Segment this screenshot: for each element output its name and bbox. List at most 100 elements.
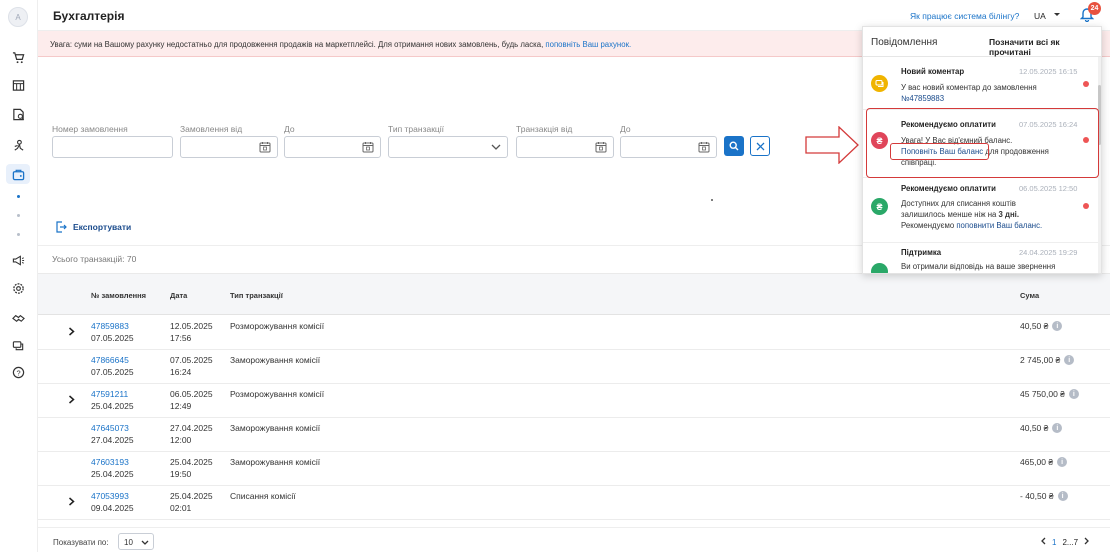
transaction-type-select[interactable]: [388, 136, 508, 158]
chevron-down-icon: [141, 539, 149, 548]
order-to-date-input[interactable]: [284, 136, 381, 158]
table-header: № замовлення Дата Тип транзакції Сума: [38, 273, 1110, 315]
table-row: 47053993 09.04.2025 25.04.2025 02:01 Списанн…: [38, 486, 1110, 520]
sum-value: 45 750,00 ₴: [1020, 389, 1065, 399]
notification-body-bold: 3 дні.: [998, 210, 1020, 219]
transaction-from-date-input[interactable]: [516, 136, 614, 158]
settings-icon[interactable]: [10, 280, 26, 296]
page-rest[interactable]: 2...7: [1062, 538, 1078, 547]
submenu-dot-active[interactable]: [17, 195, 20, 198]
notification-title: Рекомендуємо оплатити: [901, 184, 996, 193]
notification-body-rest: Рекомендуємо: [901, 221, 957, 230]
top-up-account-link[interactable]: поповніть Ваш рахунок.: [545, 40, 631, 49]
calendar-icon[interactable]: [362, 141, 374, 155]
language-selector[interactable]: UA: [1034, 11, 1046, 21]
filter-label-transaction-to: До: [620, 124, 631, 134]
order-number-link[interactable]: 47645073: [91, 423, 129, 433]
accounting-icon[interactable]: [6, 164, 30, 184]
expand-row-icon[interactable]: [68, 327, 75, 338]
order-from-date-input[interactable]: [180, 136, 278, 158]
clear-filters-button[interactable]: [750, 136, 770, 156]
avatar[interactable]: A: [8, 7, 28, 27]
filter-label-transaction-type: Тип транзакції: [388, 124, 445, 134]
pagination: 1 2...7: [1040, 537, 1090, 547]
prev-page-icon[interactable]: [1040, 537, 1046, 547]
transaction-time: 16:24: [170, 367, 192, 377]
info-icon[interactable]: i: [1052, 423, 1063, 433]
export-button[interactable]: Експортувати: [55, 221, 131, 233]
order-date: 25.04.2025: [91, 469, 134, 479]
transaction-sum: 2 745,00 ₴ i: [1020, 355, 1075, 365]
order-number-input[interactable]: [52, 136, 173, 158]
calendar-icon[interactable]: [595, 141, 607, 155]
search-button[interactable]: [724, 136, 744, 156]
order-number-link[interactable]: 47053993: [91, 491, 129, 501]
submenu-dot[interactable]: [17, 214, 20, 217]
notification-item[interactable]: ₴ Рекомендуємо оплатити 06.05.2025 12:50…: [863, 178, 1099, 242]
table-row: 47603193 25.04.2025 25.04.2025 19:50 Заморож…: [38, 452, 1110, 486]
col-transaction-type[interactable]: Тип транзакції: [230, 291, 283, 300]
expand-row-icon[interactable]: [68, 395, 75, 406]
search-icon: [729, 141, 739, 151]
order-number-link[interactable]: 47859883: [91, 321, 129, 331]
notification-item[interactable]: Новий коментар 12.05.2025 16:15 У вас но…: [863, 57, 1099, 109]
transaction-time: 12:00: [170, 435, 192, 445]
top-up-balance-link[interactable]: поповнити Ваш баланс.: [956, 221, 1042, 230]
filter-label-order-to: До: [284, 124, 295, 134]
info-icon[interactable]: i: [1052, 321, 1063, 331]
transaction-type: Розморожування комісії: [230, 321, 325, 331]
total-transactions: Усього транзакцій: 70: [52, 254, 137, 264]
annotation-highlight-link: [890, 143, 989, 160]
transaction-time: 19:50: [170, 469, 192, 479]
notification-text: Доступних для списання коштів залишилось…: [901, 198, 1051, 231]
filter-label-transaction-from: Транзакція від: [516, 124, 573, 134]
messages-icon[interactable]: [10, 337, 26, 353]
transaction-sum: 40,50 ₴ i: [1020, 423, 1063, 433]
info-icon[interactable]: i: [1068, 389, 1079, 399]
col-order-number[interactable]: № замовлення: [91, 291, 146, 300]
users-icon[interactable]: [10, 137, 26, 153]
submenu-dot[interactable]: [17, 233, 20, 236]
info-icon[interactable]: i: [1064, 355, 1075, 365]
calendar-icon[interactable]: [259, 141, 271, 155]
handshake-icon[interactable]: [10, 309, 26, 325]
transaction-type: Списання комісії: [230, 491, 296, 501]
order-link[interactable]: №47859883: [901, 94, 944, 103]
info-icon[interactable]: i: [1057, 491, 1068, 501]
expand-row-icon[interactable]: [68, 497, 75, 508]
order-number-link[interactable]: 47603193: [91, 457, 129, 467]
unread-dot: [1083, 203, 1089, 209]
notification-title: Новий коментар: [901, 67, 965, 76]
help-icon[interactable]: ?: [10, 364, 26, 380]
catalog-icon[interactable]: [10, 77, 26, 93]
chevron-down-icon[interactable]: [491, 143, 501, 153]
sum-value: 465,00 ₴: [1020, 457, 1054, 467]
filter-label-order-number: Номер замовлення: [52, 124, 128, 134]
sidebar: A ?: [0, 0, 38, 552]
page-current[interactable]: 1: [1052, 538, 1056, 547]
per-page-select[interactable]: 10: [118, 533, 154, 550]
order-date: 07.05.2025: [91, 367, 134, 377]
order-number-link[interactable]: 47866645: [91, 355, 129, 365]
info-icon[interactable]: i: [1057, 457, 1068, 467]
order-date: 27.04.2025: [91, 435, 134, 445]
transaction-to-date-input[interactable]: [620, 136, 717, 158]
transaction-date: 07.05.2025: [170, 355, 213, 365]
notification-item[interactable]: Підтримка 24.04.2025 19:29 Ви отримали в…: [863, 243, 1099, 273]
cart-icon[interactable]: [10, 49, 26, 65]
next-page-icon[interactable]: [1084, 537, 1090, 547]
billing-help-link[interactable]: Як працює система білінгу?: [910, 11, 1019, 21]
col-date[interactable]: Дата: [170, 291, 187, 300]
orders-icon[interactable]: [10, 106, 26, 122]
chevron-down-icon[interactable]: [1053, 10, 1061, 20]
notification-text: У вас новий коментар до замовлення №4785…: [901, 82, 1069, 104]
col-sum[interactable]: Сума: [1020, 291, 1039, 300]
notification-count-badge: 24: [1088, 2, 1101, 15]
order-number-link[interactable]: 47591211: [91, 389, 128, 399]
calendar-icon[interactable]: [698, 141, 710, 155]
megaphone-icon[interactable]: [10, 252, 26, 268]
transaction-time: 17:56: [170, 333, 192, 343]
mark-all-read-button[interactable]: Позначити всі як прочитані: [989, 37, 1101, 57]
transaction-sum: - 40,50 ₴ i: [1020, 491, 1068, 501]
notification-time: 06.05.2025 12:50: [1019, 184, 1078, 193]
